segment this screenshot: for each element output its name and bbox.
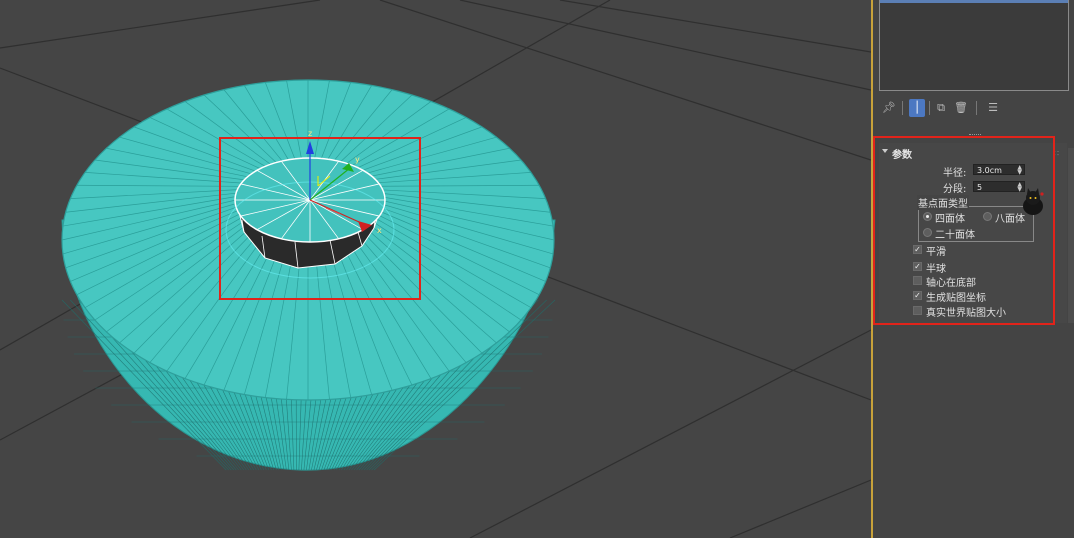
panel-scrollbar[interactable] <box>1068 148 1074 323</box>
command-panel: 📌︎ │ ⧉ 🗑︎ ☰ 参数 ∷ 半径: 3.0cm ▲ ▼ 分段: 5 ▲ ▼ 基… <box>873 0 1074 538</box>
make-unique-icon[interactable]: ⧉ <box>933 99 949 117</box>
modifier-stack-selected-item[interactable] <box>880 0 1068 3</box>
modifier-stack-toolbar: 📌︎ │ ⧉ 🗑︎ ☰ <box>881 99 1071 117</box>
scene-canvas[interactable]: z y x <box>0 0 871 538</box>
configure-modifier-sets-icon[interactable]: ☰ <box>985 99 1001 117</box>
pin-icon[interactable]: 📌︎ <box>881 99 897 117</box>
remove-modifier-icon[interactable]: 🗑︎ <box>953 99 969 117</box>
highlight-box-selected-object <box>219 137 421 300</box>
highlight-box-parameters <box>873 136 1055 325</box>
viewport-perspective[interactable]: z y x <box>0 0 871 538</box>
modifier-stack-icon[interactable]: │ <box>909 99 925 117</box>
modifier-stack-list[interactable] <box>879 0 1069 91</box>
